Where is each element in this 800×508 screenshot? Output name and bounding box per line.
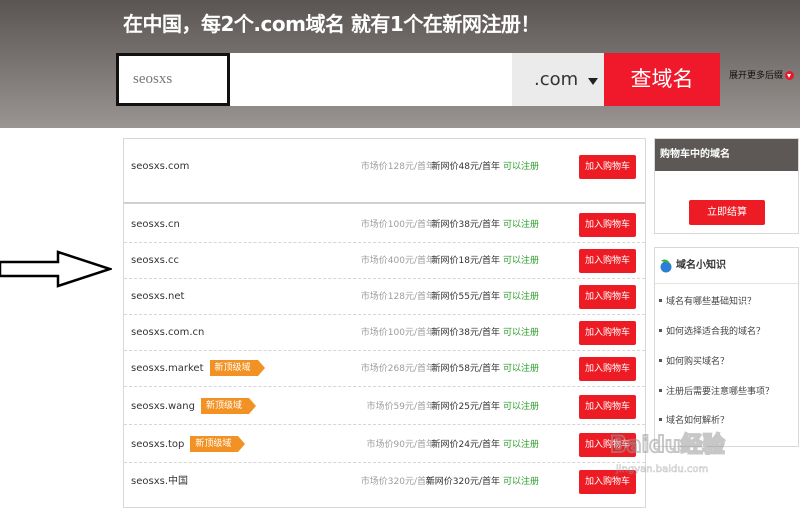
new-price: 新网价25元/首年 bbox=[431, 402, 501, 412]
add-to-cart-button[interactable]: 加入购物车 bbox=[579, 395, 636, 419]
availability-status: 可以注册 bbox=[502, 256, 539, 266]
add-to-cart-button[interactable]: 加入购物车 bbox=[579, 155, 636, 179]
market-price: 市场价268元/首年 bbox=[360, 364, 435, 374]
availability-status: 可以注册 bbox=[502, 364, 539, 374]
new-price: 新网价320元/首年 bbox=[425, 477, 500, 487]
new-tld-badge: 新顶级域 bbox=[190, 436, 246, 452]
bullet-icon bbox=[659, 418, 662, 421]
tld-selected-value: .com bbox=[534, 69, 579, 90]
availability-status: 可以注册 bbox=[502, 162, 539, 172]
bullet-icon bbox=[659, 359, 662, 362]
search-domain-button[interactable]: 查域名 bbox=[604, 53, 720, 106]
market-price: 市场价128元/首年 bbox=[360, 162, 435, 172]
search-input[interactable] bbox=[116, 53, 230, 106]
market-price: 市场价320元/首年 bbox=[360, 477, 435, 487]
knowledge-link[interactable]: 域名有哪些基础知识？ bbox=[659, 294, 756, 307]
baidu-jingyan-watermark: Baidu经验 jingyan.baidu.com bbox=[609, 431, 726, 475]
domain-name: seosxs.com.cn bbox=[131, 327, 205, 338]
domain-name: seosxs.中国 bbox=[131, 476, 188, 487]
result-row: seosxs.top 新顶级域 市场价90元/首年 新网价24元/首年 可以注册 … bbox=[124, 427, 645, 463]
new-price: 新网价18元/首年 bbox=[431, 256, 501, 266]
bullet-icon bbox=[659, 389, 662, 392]
chevron-down-icon bbox=[588, 78, 598, 85]
domain-label: seosxs.wang bbox=[131, 401, 195, 412]
knowledge-link-label: 域名如何解析？ bbox=[666, 416, 730, 426]
knowledge-link-label: 域名有哪些基础知识？ bbox=[666, 297, 757, 307]
market-price: 市场价128元/首年 bbox=[360, 292, 435, 302]
availability-status: 可以注册 bbox=[502, 220, 539, 230]
divider bbox=[124, 202, 645, 204]
market-price: 市场价100元/首年 bbox=[360, 220, 435, 230]
add-to-cart-button[interactable]: 加入购物车 bbox=[579, 357, 636, 381]
knowledge-link[interactable]: 如何选择适合我的域名？ bbox=[659, 324, 765, 337]
knowledge-link[interactable]: 如何购买域名？ bbox=[659, 354, 729, 367]
domain-name: seosxs.net bbox=[131, 291, 185, 302]
new-price: 新网价58元/首年 bbox=[431, 364, 501, 374]
knowledge-header: 域名小知识 bbox=[655, 248, 798, 284]
bullet-icon bbox=[659, 299, 662, 302]
globe-leaf-icon bbox=[660, 259, 672, 273]
new-tld-badge: 新顶级域 bbox=[201, 398, 257, 414]
domain-label: seosxs.top bbox=[131, 439, 185, 450]
cart-title: 购物车中的域名 bbox=[655, 139, 798, 171]
market-price: 市场价400元/首年 bbox=[360, 256, 435, 266]
new-price: 新网价38元/首年 bbox=[431, 328, 501, 338]
add-to-cart-button[interactable]: 加入购物车 bbox=[579, 249, 636, 273]
add-to-cart-button[interactable]: 加入购物车 bbox=[579, 213, 636, 237]
market-price: 市场价100元/首年 bbox=[360, 328, 435, 338]
availability-status: 可以注册 bbox=[502, 292, 539, 302]
more-suffix-label: 展开更多后缀 bbox=[729, 71, 784, 81]
knowledge-link-label: 如何购买域名？ bbox=[666, 357, 730, 367]
domain-name: seosxs.cn bbox=[131, 219, 180, 230]
domain-name: seosxs.top 新顶级域 bbox=[131, 427, 246, 463]
knowledge-link[interactable]: 注册后需要注意哪些事项？ bbox=[659, 384, 774, 397]
domain-label: seosxs.market bbox=[131, 363, 204, 374]
result-row: seosxs.market 新顶级域 市场价268元/首年 新网价58元/首年 可… bbox=[124, 351, 645, 387]
availability-status: 可以注册 bbox=[502, 402, 539, 412]
cart-panel: 购物车中的域名 立即结算 bbox=[654, 138, 799, 234]
knowledge-link[interactable]: 域名如何解析？ bbox=[659, 413, 729, 426]
search-box bbox=[116, 53, 512, 106]
result-row: seosxs.中国 市场价320元/首年 新网价320元/首年 可以注册 加入购… bbox=[124, 464, 645, 500]
new-price: 新网价24元/首年 bbox=[431, 440, 501, 450]
result-row-top: seosxs.com 市场价128元/首年 新网价48元/首年 可以注册 加入购… bbox=[124, 149, 645, 185]
domain-name: seosxs.market 新顶级域 bbox=[131, 351, 265, 387]
availability-status: 可以注册 bbox=[502, 440, 539, 450]
checkout-button[interactable]: 立即结算 bbox=[689, 200, 765, 225]
add-to-cart-button[interactable]: 加入购物车 bbox=[579, 285, 636, 309]
result-row: seosxs.cc 市场价400元/首年 新网价18元/首年 可以注册 加入购物… bbox=[124, 243, 645, 279]
result-row: seosxs.net 市场价128元/首年 新网价55元/首年 可以注册 加入购… bbox=[124, 279, 645, 315]
new-tld-badge: 新顶级域 bbox=[209, 360, 265, 376]
domain-name: seosxs.wang 新顶级域 bbox=[131, 389, 257, 425]
knowledge-link-label: 如何选择适合我的域名？ bbox=[666, 327, 766, 337]
availability-status: 可以注册 bbox=[502, 328, 539, 338]
market-price: 市场价90元/首年 bbox=[366, 440, 436, 450]
knowledge-title: 域名小知识 bbox=[676, 260, 726, 271]
watermark-url: jingyan.baidu.com bbox=[615, 464, 708, 475]
result-list: seosxs.com 市场价128元/首年 新网价48元/首年 可以注册 加入购… bbox=[123, 138, 646, 508]
add-to-cart-button[interactable]: 加入购物车 bbox=[579, 321, 636, 345]
result-row: seosxs.cn 市场价100元/首年 新网价38元/首年 可以注册 加入购物… bbox=[124, 207, 645, 243]
result-row: seosxs.com.cn 市场价100元/首年 新网价38元/首年 可以注册 … bbox=[124, 315, 645, 351]
right-arrow-annotation bbox=[0, 250, 112, 288]
knowledge-panel: 域名小知识 域名有哪些基础知识？ 如何选择适合我的域名？ 如何购买域名？ 注册后… bbox=[654, 247, 799, 447]
new-price: 新网价55元/首年 bbox=[431, 292, 501, 302]
knowledge-link-label: 注册后需要注意哪些事项？ bbox=[666, 387, 775, 397]
domain-name: seosxs.cc bbox=[131, 255, 179, 266]
availability-status: 可以注册 bbox=[502, 477, 539, 487]
more-suffix-link[interactable]: 展开更多后缀 bbox=[729, 68, 795, 81]
expand-icon bbox=[785, 71, 795, 80]
watermark-text: Baidu经验 bbox=[610, 432, 725, 458]
bullet-icon bbox=[659, 329, 662, 332]
headline: 在中国，每2个.com域名 就有1个在新网注册！ bbox=[123, 12, 540, 36]
new-price: 新网价48元/首年 bbox=[431, 162, 501, 172]
domain-name: seosxs.com bbox=[131, 161, 190, 172]
result-row: seosxs.wang 新顶级域 市场价59元/首年 新网价25元/首年 可以注册… bbox=[124, 389, 645, 425]
market-price: 市场价59元/首年 bbox=[366, 402, 436, 412]
new-price: 新网价38元/首年 bbox=[431, 220, 501, 230]
tld-select[interactable]: .com bbox=[512, 53, 604, 106]
